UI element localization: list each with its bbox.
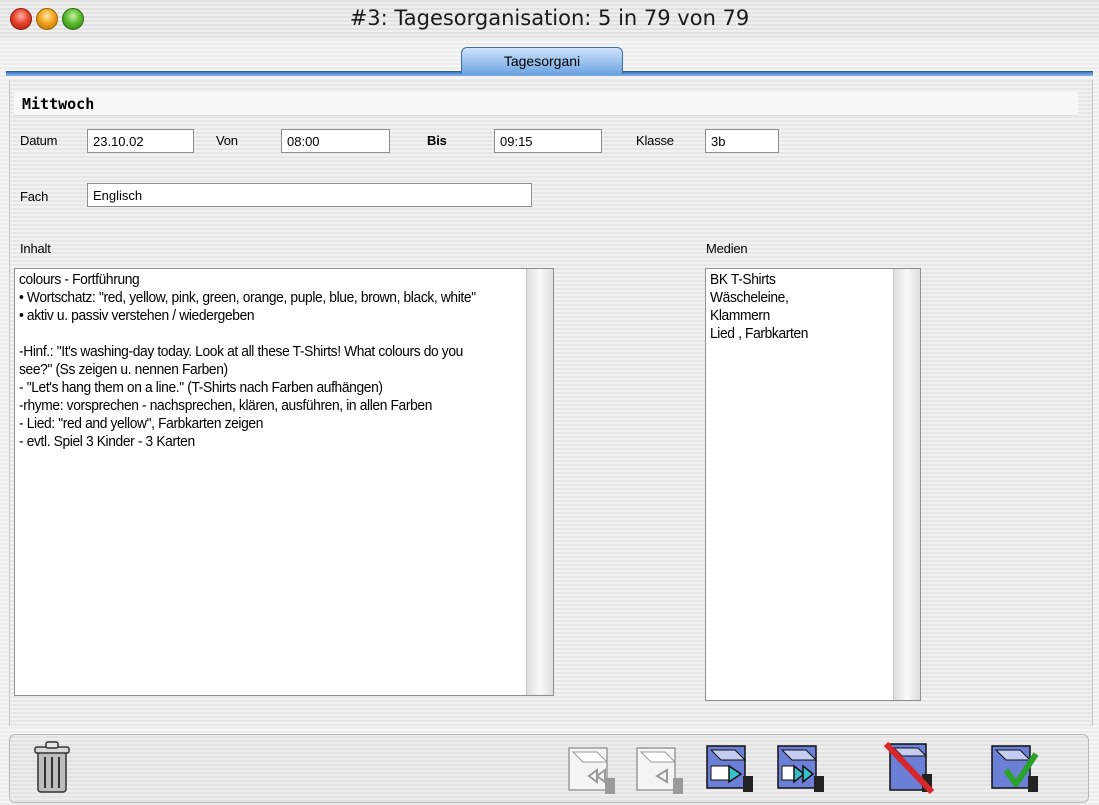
window-title: #3: Tagesorganisation: 5 in 79 von 79 (349, 6, 750, 30)
fach-field[interactable]: Englisch (87, 183, 532, 207)
medien-label: Medien (706, 241, 748, 256)
datum-field[interactable]: 23.10.02 (87, 129, 194, 153)
tab-tagesorganisation[interactable]: Tagesorgani (461, 47, 623, 74)
bis-label: Bis (427, 133, 447, 148)
previous-record-icon (636, 747, 683, 794)
von-field[interactable]: 08:00 (281, 129, 390, 153)
inhalt-text: colours - Fortführung • Wortschatz: "red… (19, 271, 476, 450)
medien-textarea[interactable]: BK T-Shirts Wäscheleine, Klammern Lied ,… (705, 268, 921, 701)
klasse-label: Klasse (636, 133, 674, 148)
cancel-button[interactable] (883, 740, 935, 795)
next-record-icon (706, 745, 753, 792)
previous-record-button[interactable] (635, 742, 685, 796)
first-record-icon (568, 747, 615, 794)
last-record-button[interactable] (776, 740, 826, 794)
cancel-icon (883, 741, 935, 795)
day-header: Mittwoch (14, 92, 1078, 116)
medien-text: BK T-Shirts Wäscheleine, Klammern Lied ,… (710, 271, 809, 342)
von-label: Von (216, 133, 238, 148)
window-titlebar: #3: Tagesorganisation: 5 in 79 von 79 (0, 0, 1099, 38)
trash-button[interactable] (32, 740, 72, 794)
fach-label: Fach (20, 189, 49, 204)
accept-button[interactable] (990, 740, 1040, 794)
datum-label: Datum (20, 133, 58, 148)
accept-icon (991, 745, 1039, 792)
klasse-field[interactable]: 3b (705, 129, 779, 153)
first-record-button[interactable] (567, 742, 617, 796)
last-record-icon (777, 745, 824, 792)
inhalt-label: Inhalt (20, 241, 51, 256)
inhalt-scrollbar[interactable] (526, 269, 553, 695)
medien-scrollbar[interactable] (893, 269, 920, 700)
next-record-button[interactable] (705, 740, 755, 794)
inhalt-textarea[interactable]: colours - Fortführung • Wortschatz: "red… (14, 268, 554, 696)
bis-field[interactable]: 09:15 (494, 129, 602, 153)
trash-icon (34, 741, 70, 793)
